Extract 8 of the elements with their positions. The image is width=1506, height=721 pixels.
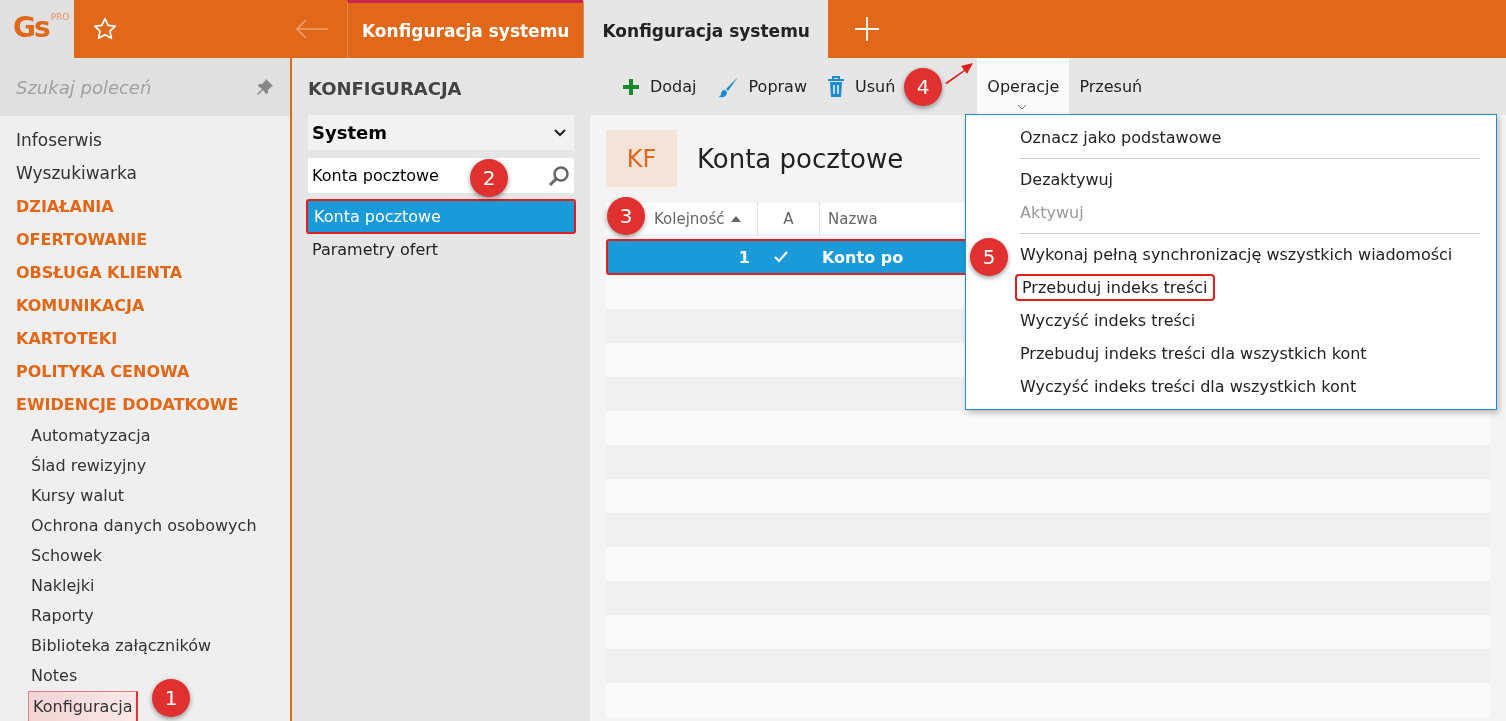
pro-label: PRO bbox=[50, 12, 70, 22]
table-cell-text: Konto po bbox=[821, 247, 904, 267]
app-logo: Gs bbox=[13, 12, 49, 44]
panel-title: KONFIGURACJA bbox=[308, 78, 463, 99]
module-badge: KF bbox=[606, 130, 677, 187]
step-number-badge: 4 bbox=[904, 68, 942, 106]
table-cell-text: 1 bbox=[737, 247, 750, 267]
page-title: Konta pocztowe bbox=[697, 143, 904, 174]
